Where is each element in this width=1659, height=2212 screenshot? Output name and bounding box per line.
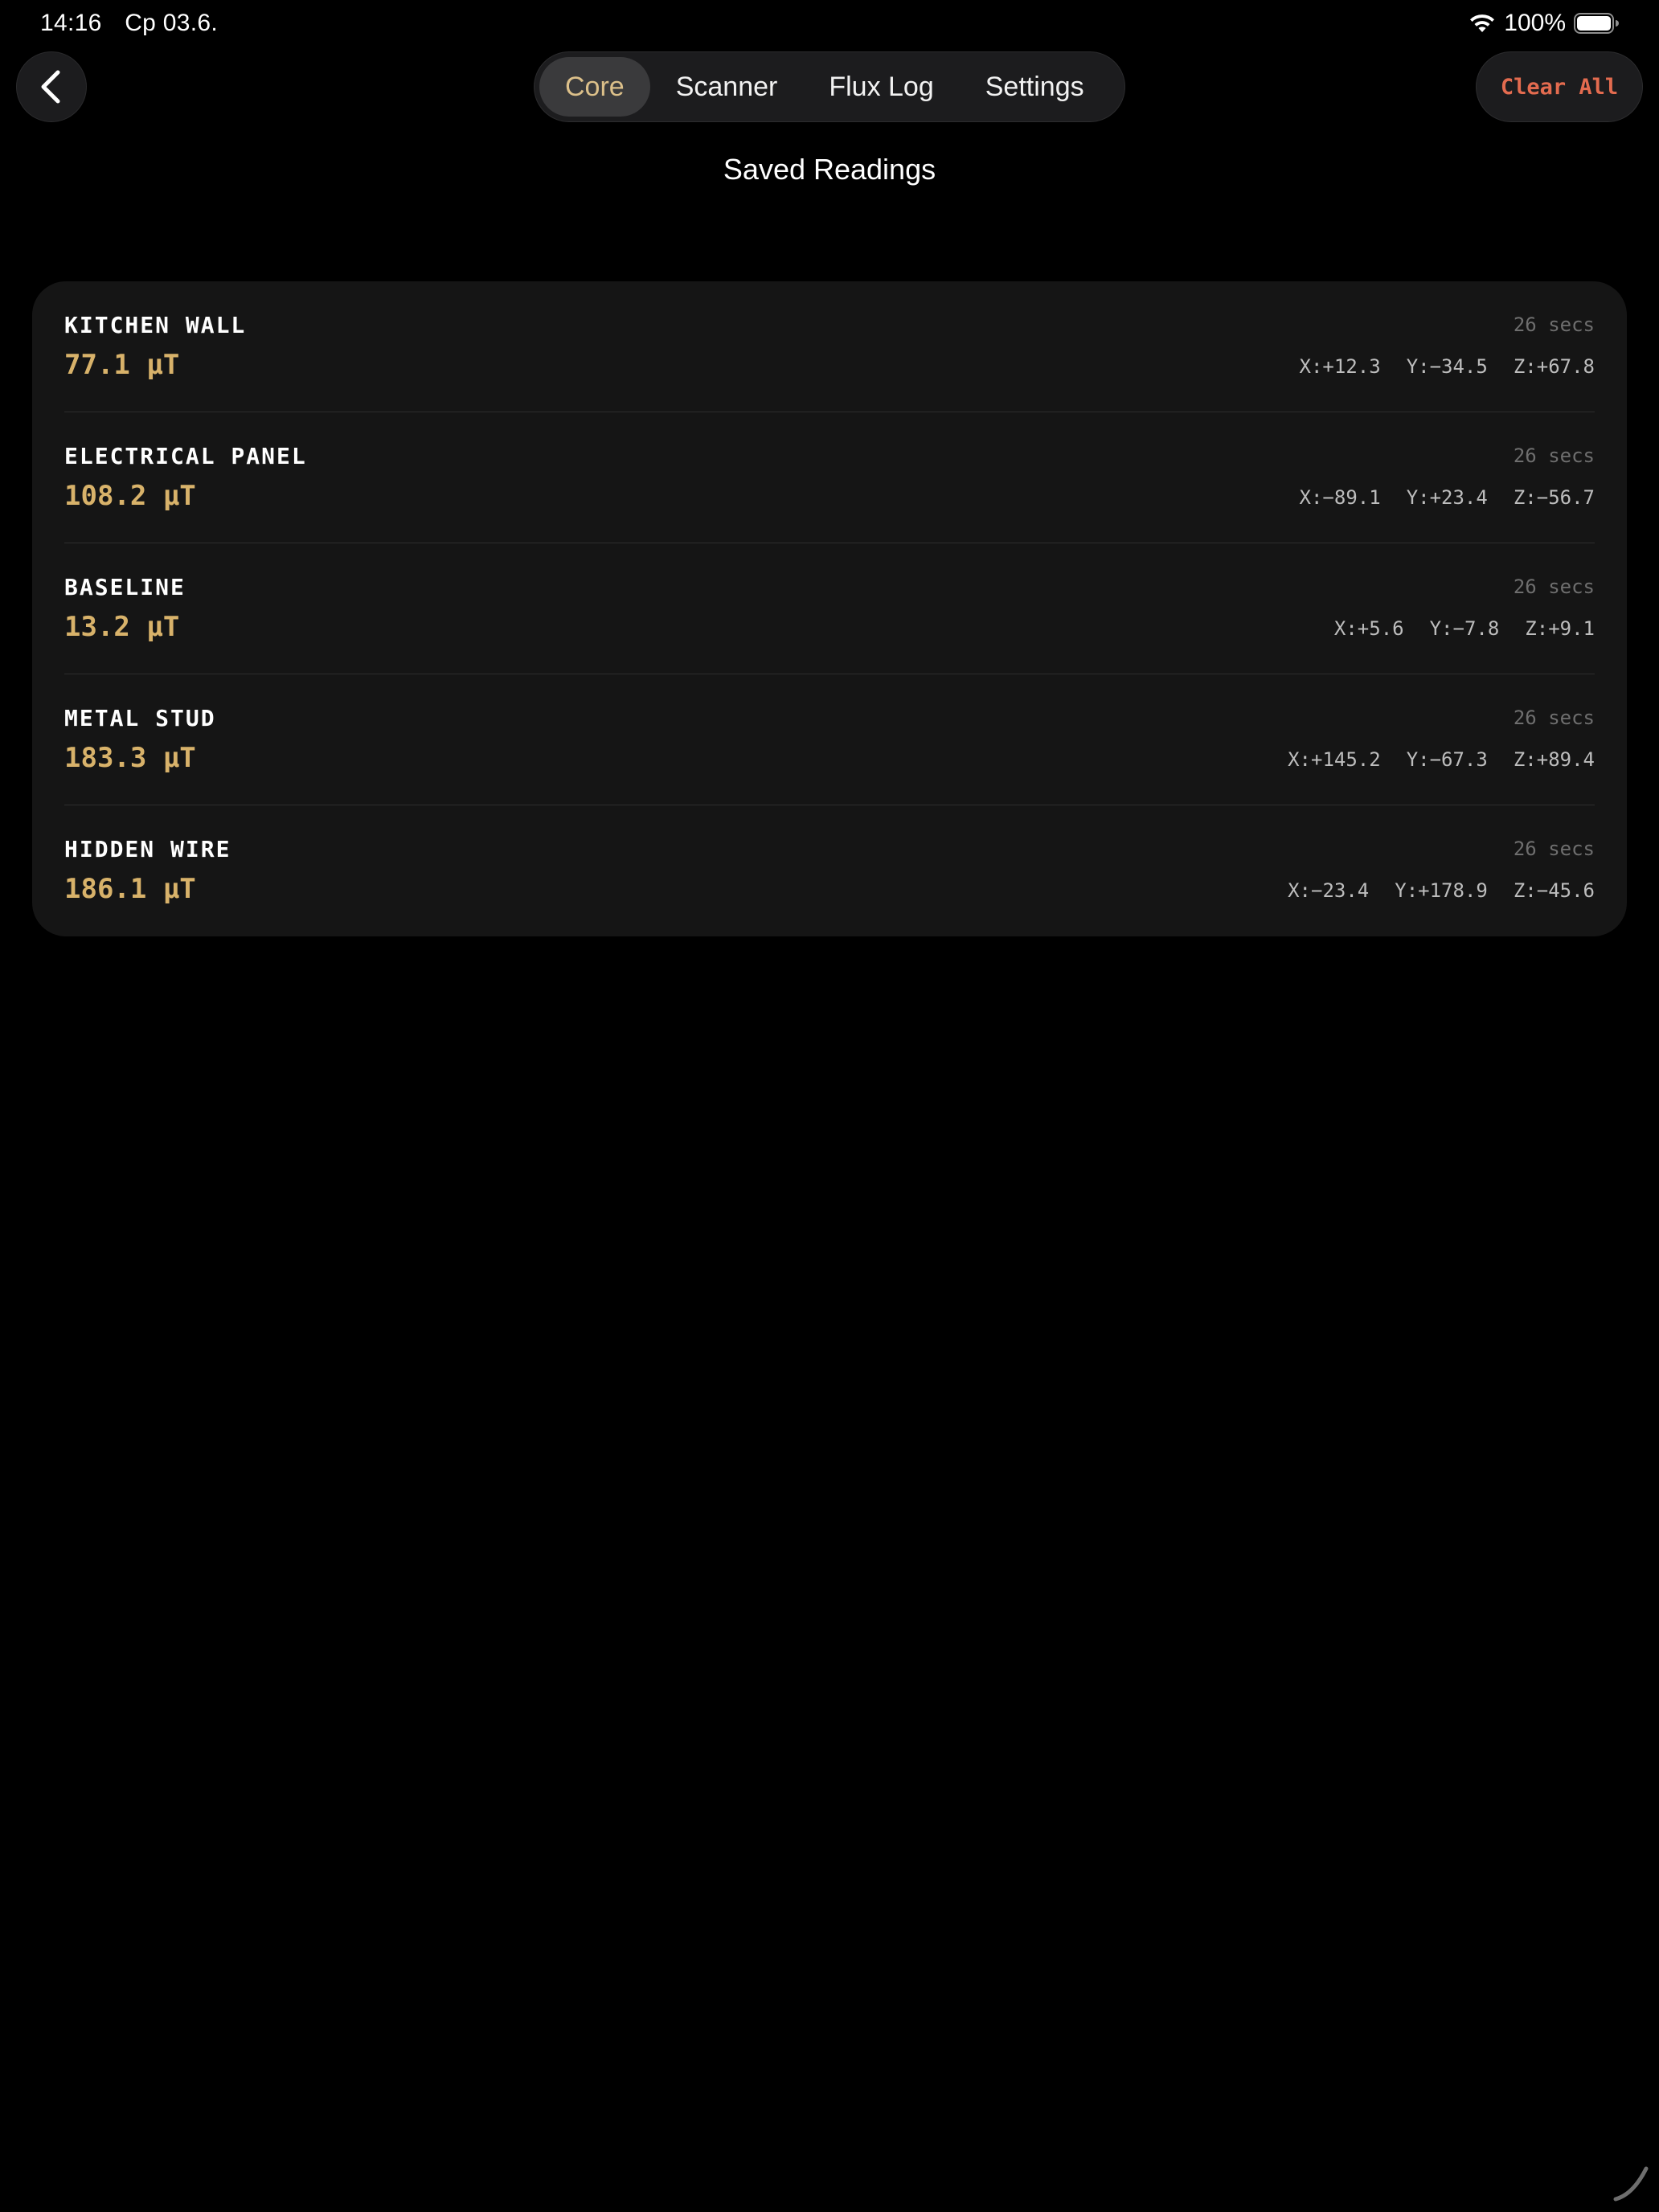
- battery-percent: 100%: [1504, 10, 1566, 36]
- back-button[interactable]: [16, 51, 87, 122]
- reading-axis-y: Y:−7.8: [1429, 617, 1500, 640]
- reading-time: 26 secs: [1513, 444, 1595, 467]
- reading-axes: X:−23.4 Y:+178.9 Z:−45.6: [1262, 879, 1595, 902]
- reading-axes: X:−89.1 Y:+23.4 Z:−56.7: [1274, 486, 1595, 509]
- reading-axis-z: Z:+89.4: [1513, 748, 1595, 771]
- reading-value: 13.2 µT: [64, 611, 180, 643]
- resize-handle-icon[interactable]: [1609, 2162, 1651, 2204]
- status-date: Ср 03.6.: [125, 10, 219, 36]
- tab-scanner[interactable]: Scanner: [650, 57, 804, 117]
- tab-bar: Core Scanner Flux Log Settings: [534, 51, 1125, 122]
- reading-value: 108.2 µT: [64, 480, 196, 512]
- tab-settings[interactable]: Settings: [960, 57, 1110, 117]
- reading-time: 26 secs: [1513, 576, 1595, 598]
- reading-value: 183.3 µT: [64, 742, 196, 774]
- reading-axis-z: Z:−56.7: [1513, 486, 1595, 509]
- reading-axes: X:+145.2 Y:−67.3 Z:+89.4: [1262, 748, 1595, 771]
- reading-axis-y: Y:+178.9: [1395, 879, 1488, 902]
- reading-axis-z: Z:+9.1: [1525, 617, 1595, 640]
- reading-value: 186.1 µT: [64, 873, 196, 905]
- clear-all-button[interactable]: Clear All: [1476, 51, 1643, 122]
- reading-axis-y: Y:−34.5: [1406, 355, 1488, 378]
- reading-name: KITCHEN WALL: [64, 312, 247, 338]
- reading-time: 26 secs: [1513, 313, 1595, 336]
- reading-axes: X:+5.6 Y:−7.8 Z:+9.1: [1309, 617, 1595, 640]
- reading-name: HIDDEN WIRE: [64, 836, 231, 862]
- reading-name: BASELINE: [64, 574, 186, 600]
- reading-axis-x: X:+12.3: [1299, 355, 1381, 378]
- reading-axis-z: Z:+67.8: [1513, 355, 1595, 378]
- reading-axis-z: Z:−45.6: [1513, 879, 1595, 902]
- reading-axis-x: X:−89.1: [1299, 486, 1381, 509]
- status-time: 14:16: [40, 10, 102, 36]
- reading-axes: X:+12.3 Y:−34.5 Z:+67.8: [1274, 355, 1595, 378]
- reading-time: 26 secs: [1513, 707, 1595, 729]
- reading-axis-x: X:−23.4: [1288, 879, 1370, 902]
- reading-name: ELECTRICAL PANEL: [64, 443, 307, 469]
- reading-row[interactable]: HIDDEN WIRE 26 secs 186.1 µT X:−23.4 Y:+…: [64, 805, 1595, 936]
- reading-axis-x: X:+5.6: [1333, 617, 1404, 640]
- reading-axis-x: X:+145.2: [1288, 748, 1381, 771]
- status-indicators: 100%: [1469, 10, 1619, 37]
- page-title: Saved Readings: [723, 153, 936, 186]
- tab-core[interactable]: Core: [539, 57, 650, 117]
- status-bar: 14:16 Ср 03.6. 100%: [0, 0, 1659, 51]
- wifi-icon: [1470, 14, 1495, 32]
- reading-axis-y: Y:+23.4: [1406, 486, 1488, 509]
- reading-row[interactable]: KITCHEN WALL 26 secs 77.1 µT X:+12.3 Y:−…: [64, 281, 1595, 412]
- status-time-date: 14:16 Ср 03.6.: [40, 10, 234, 37]
- readings-list: KITCHEN WALL 26 secs 77.1 µT X:+12.3 Y:−…: [32, 281, 1627, 936]
- reading-row[interactable]: BASELINE 26 secs 13.2 µT X:+5.6 Y:−7.8 Z…: [64, 543, 1595, 674]
- reading-row[interactable]: ELECTRICAL PANEL 26 secs 108.2 µT X:−89.…: [64, 412, 1595, 543]
- reading-name: METAL STUD: [64, 705, 216, 731]
- reading-row[interactable]: METAL STUD 26 secs 183.3 µT X:+145.2 Y:−…: [64, 674, 1595, 805]
- reading-axis-y: Y:−67.3: [1406, 748, 1488, 771]
- chevron-left-icon: [41, 70, 60, 104]
- tab-flux-log[interactable]: Flux Log: [803, 57, 959, 117]
- reading-time: 26 secs: [1513, 838, 1595, 860]
- battery-icon: [1574, 13, 1619, 34]
- reading-value: 77.1 µT: [64, 349, 180, 381]
